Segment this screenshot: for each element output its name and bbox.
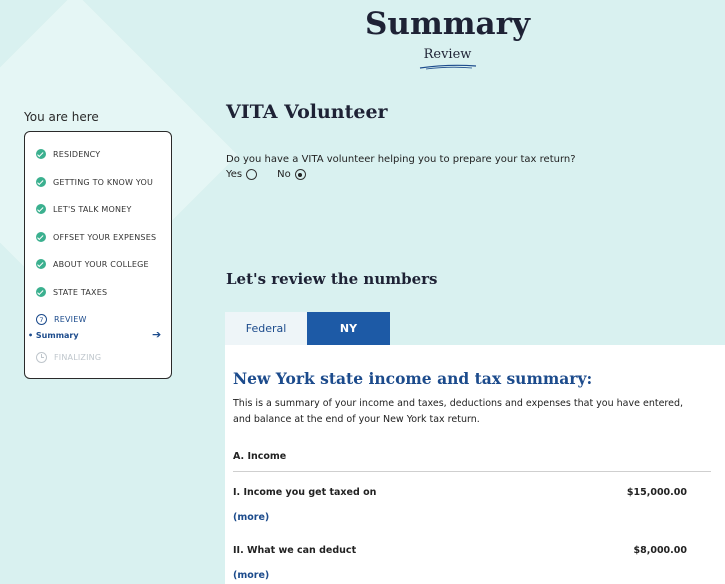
row-label-deductions: II. What we can deduct (233, 545, 357, 556)
tab-ny[interactable]: NY (307, 312, 390, 345)
progress-tracker: RESIDENCY GETTING TO KNOW YOU LET'S TALK… (24, 131, 172, 379)
check-circle-icon (36, 177, 46, 187)
page-header: Summary Review (300, 4, 595, 70)
summary-description: This is a summary of your income and tax… (233, 398, 684, 425)
page-title: Summary (365, 6, 530, 42)
step-number-icon: 7 (36, 314, 47, 325)
step-about-your-college[interactable]: ABOUT YOUR COLLEGE (36, 259, 149, 269)
tab-federal[interactable]: Federal (225, 312, 307, 345)
check-circle-icon (36, 149, 46, 159)
radio-no-label: No (277, 169, 291, 180)
step-label: REVIEW (54, 315, 87, 324)
subtitle-underline (419, 64, 476, 70)
radio-yes-label: Yes (226, 169, 243, 180)
step-label: LET'S TALK MONEY (53, 204, 132, 214)
income-heading: A. Income (233, 451, 287, 462)
check-circle-icon (36, 287, 46, 297)
progress-heading: You are here (24, 110, 99, 124)
step-label: FINALIZING (54, 353, 102, 362)
step-finalizing: FINALIZING (36, 352, 101, 363)
step-review[interactable]: 7 REVIEW (36, 314, 87, 325)
step-getting-to-know-you[interactable]: GETTING TO KNOW YOU (36, 177, 153, 187)
more-link-deductions[interactable]: (more) (233, 570, 269, 581)
divider (233, 471, 711, 472)
vita-radio-group: Yes No (226, 169, 306, 180)
step-label: STATE TAXES (53, 287, 108, 297)
arrow-right-icon: ➔ (152, 328, 162, 341)
vita-title: VITA Volunteer (226, 101, 388, 123)
more-link-taxed-income[interactable]: (more) (233, 512, 269, 523)
row-amount-taxed-income: $15,000.00 (626, 487, 687, 498)
check-circle-icon (36, 204, 46, 214)
row-amount-deductions: $8,000.00 (633, 545, 688, 556)
check-circle-icon (36, 232, 46, 242)
step-label: GETTING TO KNOW YOU (53, 177, 154, 187)
row-label-taxed-income: I. Income you get taxed on (233, 487, 377, 498)
step-lets-talk-money[interactable]: LET'S TALK MONEY (36, 204, 132, 214)
step-offset-your-expenses[interactable]: OFFSET YOUR EXPENSES (36, 232, 156, 242)
vita-question: Do you have a VITA volunteer helping you… (226, 154, 576, 165)
summary-title: New York state income and tax summary: (233, 369, 593, 388)
step-residency[interactable]: RESIDENCY (36, 149, 100, 159)
radio-no[interactable] (294, 169, 306, 180)
step-state-taxes[interactable]: STATE TAXES (36, 287, 107, 297)
clock-icon (36, 352, 47, 363)
radio-yes[interactable] (246, 169, 258, 180)
page-subtitle: Review (423, 47, 472, 62)
substep-summary[interactable]: • Summary (28, 331, 79, 340)
review-title: Let's review the numbers (226, 270, 438, 288)
step-label: RESIDENCY (53, 149, 101, 159)
step-label: ABOUT YOUR COLLEGE (53, 259, 149, 269)
ny-summary-card: New York state income and tax summary: T… (225, 345, 725, 584)
check-circle-icon (36, 259, 46, 269)
step-label: OFFSET YOUR EXPENSES (53, 232, 157, 242)
